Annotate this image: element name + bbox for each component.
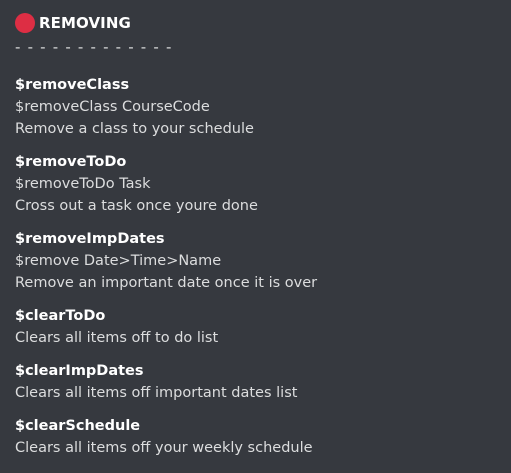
- command-description: Remove a class to your schedule: [15, 121, 254, 137]
- previous-message-remnant: [24, 0, 184, 4]
- command-block-clear-imp-dates: $clearImpDates Clears all items off impo…: [15, 360, 511, 404]
- section-title: REMOVING: [39, 14, 131, 32]
- command-name: $clearToDo: [15, 308, 106, 324]
- command-description: Clears all items off your weekly schedul…: [15, 440, 313, 456]
- message-content: REMOVING - - - - - - - - - - - - - $remo…: [15, 10, 511, 459]
- command-usage: $remove Date>Time>Name: [15, 253, 222, 269]
- command-name: $removeClass: [15, 77, 130, 93]
- command-block-remove-imp-dates: $removeImpDates $remove Date>Time>Name R…: [15, 228, 511, 294]
- section-separator: - - - - - - - - - - - - -: [15, 38, 173, 56]
- command-name: $removeToDo: [15, 154, 127, 170]
- command-description: Remove an important date once it is over: [15, 275, 318, 291]
- command-name: $clearSchedule: [15, 418, 141, 434]
- command-usage: $removeClass CourseCode: [15, 99, 210, 115]
- command-block-clear-schedule: $clearSchedule Clears all items off your…: [15, 415, 511, 459]
- command-description: Cross out a task once youre done: [15, 198, 258, 214]
- command-block-remove-todo: $removeToDo $removeToDo Task Cross out a…: [15, 151, 511, 217]
- command-block-clear-todo: $clearToDo Clears all items off to do li…: [15, 305, 511, 349]
- command-description: Clears all items off important dates lis…: [15, 385, 298, 401]
- command-description: Clears all items off to do list: [15, 330, 219, 346]
- command-block-remove-class: $removeClass $removeClass CourseCode Rem…: [15, 74, 511, 140]
- red-circle-icon: [15, 13, 35, 33]
- command-name: $removeImpDates: [15, 231, 165, 247]
- section-header: REMOVING: [15, 10, 511, 36]
- command-name: $clearImpDates: [15, 363, 144, 379]
- command-usage: $removeToDo Task: [15, 176, 151, 192]
